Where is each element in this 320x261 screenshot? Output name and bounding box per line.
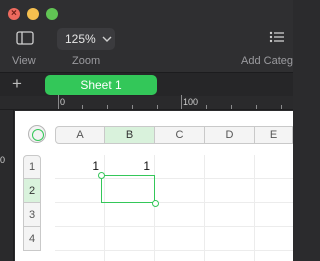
selection-handle-top-left[interactable] [98, 172, 105, 179]
ruler-tick [132, 105, 133, 109]
add-sheet-button[interactable]: + [12, 74, 22, 94]
grid-line [254, 155, 255, 261]
grid-line [55, 226, 293, 227]
view-label: View [12, 55, 36, 67]
row-header-2[interactable]: 2 [23, 179, 41, 203]
ruler-label: 0 [60, 97, 66, 107]
sheet-canvas[interactable]: A B C D E 1 2 3 4 1 1 [15, 111, 293, 261]
ruler-label: 0 [0, 155, 6, 165]
ruler-tick [181, 95, 182, 109]
ruler-corner [0, 96, 52, 110]
grid-line [204, 155, 205, 261]
column-header-bar: A B C D E [55, 126, 293, 144]
row-header-bar: 1 2 3 4 [23, 155, 41, 251]
column-header-d[interactable]: D [205, 126, 255, 144]
ruler-label: 100 [183, 97, 199, 107]
tab-sheet-1[interactable]: Sheet 1 [45, 75, 157, 95]
close-icon: × [11, 8, 17, 19]
ruler-tick [231, 105, 232, 109]
grid-line [154, 155, 155, 261]
grid-line [55, 250, 293, 251]
toolbar: × View 125% Zoom Add Categ [0, 0, 293, 72]
cell-a1[interactable]: 1 [55, 159, 99, 173]
grid-line [55, 202, 293, 203]
column-header-c[interactable]: C [155, 126, 205, 144]
ruler-tick [82, 105, 83, 109]
ruler-tick [256, 105, 257, 109]
zoom-dropdown[interactable]: 125% [57, 28, 115, 50]
cell-b1[interactable]: 1 [106, 159, 150, 173]
list-icon [269, 31, 284, 43]
column-header-e[interactable]: E [255, 126, 293, 144]
zoom-value: 125% [65, 32, 96, 46]
vertical-ruler [0, 110, 14, 261]
add-category-label: Add Categ [241, 55, 293, 67]
selected-cell-b2[interactable] [101, 175, 155, 203]
ruler-tick [157, 105, 158, 109]
close-window-button[interactable]: × [8, 8, 20, 20]
select-all-table-button[interactable] [28, 125, 46, 143]
horizontal-ruler: 0 100 [52, 95, 293, 110]
sheet-tab-bar: + Sheet 1 [0, 72, 293, 96]
maximize-window-button[interactable] [46, 8, 58, 20]
row-header-3[interactable]: 3 [23, 203, 41, 227]
ruler-tick [206, 105, 207, 109]
ruler-tick [58, 95, 59, 109]
chevron-down-icon [102, 36, 112, 42]
view-button[interactable] [12, 28, 38, 48]
zoom-label: Zoom [72, 55, 101, 67]
ruler-tick [107, 105, 108, 109]
selection-handle-bottom-right[interactable] [152, 200, 159, 207]
column-header-b[interactable]: B [105, 126, 155, 144]
row-header-1[interactable]: 1 [23, 155, 41, 179]
grid-line [104, 155, 105, 261]
minimize-window-button[interactable] [27, 8, 39, 20]
column-header-a[interactable]: A [55, 126, 105, 144]
grid-line [55, 178, 293, 179]
add-category-button[interactable] [268, 30, 288, 48]
sidebar-icon [16, 31, 34, 45]
row-header-4[interactable]: 4 [23, 227, 41, 251]
ruler-tick [281, 105, 282, 109]
